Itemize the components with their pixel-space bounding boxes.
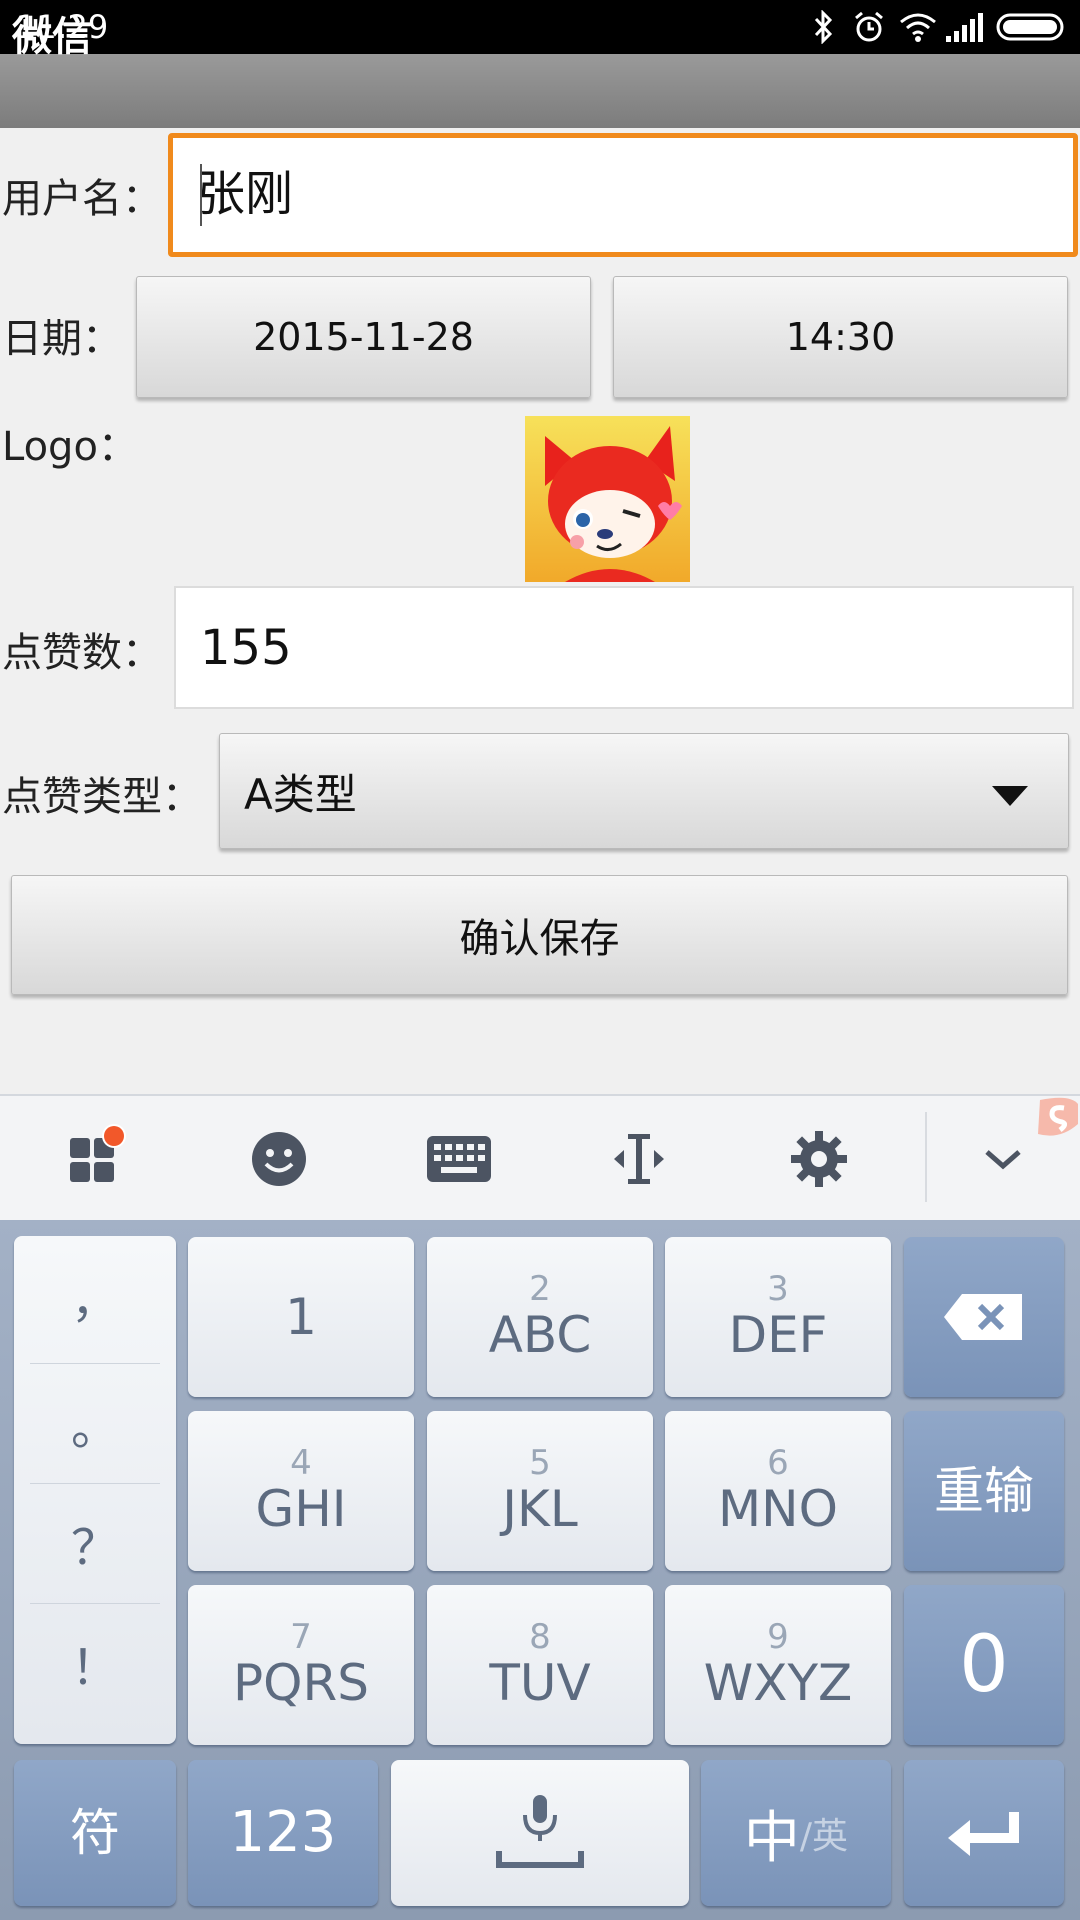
key-3-def[interactable]: 3 DEF — [665, 1237, 891, 1397]
collapse-keyboard-icon[interactable] — [968, 1124, 1038, 1194]
app-title: 微信 — [12, 14, 92, 60]
apps-icon[interactable] — [62, 1124, 132, 1194]
cursor-move-icon[interactable] — [604, 1124, 674, 1194]
date-button[interactable]: 2015-11-28 — [136, 276, 591, 398]
key-8-tuv[interactable]: 8 TUV — [427, 1585, 653, 1745]
sogou-logo-icon — [1038, 1097, 1078, 1136]
like-type-dropdown[interactable]: A类型 — [219, 733, 1069, 849]
like-type-label: 点赞类型： — [2, 774, 202, 820]
space-voice-key[interactable] — [391, 1760, 689, 1906]
settings-icon[interactable] — [784, 1124, 854, 1194]
key-7-pqrs[interactable]: 7 PQRS — [188, 1585, 414, 1745]
microphone-icon — [496, 1795, 584, 1868]
username-label: 用户名： — [2, 176, 162, 222]
enter-key[interactable] — [904, 1760, 1064, 1906]
alarm-icon — [855, 11, 883, 42]
dropdown-arrow-icon — [992, 786, 1028, 806]
bluetooth-icon — [814, 10, 833, 44]
like-type-value: A类型 — [244, 769, 357, 819]
signal-icon — [946, 13, 983, 42]
keyboard-icon[interactable] — [424, 1124, 494, 1194]
logo-label: Logo： — [2, 424, 138, 470]
punct-key-question[interactable]: ？ — [14, 1483, 176, 1603]
app-title-bar — [0, 54, 1080, 128]
toolbar-divider — [925, 1112, 927, 1202]
username-input[interactable]: 张刚 — [168, 133, 1078, 257]
likes-count-label: 点赞数： — [2, 630, 162, 676]
key-2-abc[interactable]: 2 ABC — [427, 1237, 653, 1397]
battery-icon — [996, 13, 1064, 41]
symbols-key[interactable]: 符 — [14, 1760, 176, 1906]
date-label: 日期： — [2, 316, 122, 362]
fox-logo-image[interactable] — [525, 416, 690, 582]
numbers-key[interactable]: 123 — [188, 1760, 378, 1906]
key-0[interactable]: 0 — [904, 1585, 1064, 1745]
key-5-jkl[interactable]: 5 JKL — [427, 1411, 653, 1571]
language-switch-key[interactable]: 中 /英 — [701, 1760, 891, 1906]
text-cursor — [200, 164, 202, 226]
backspace-icon — [944, 1294, 1022, 1340]
likes-count-input[interactable]: 155 — [174, 586, 1074, 709]
keyboard-toolbar — [0, 1094, 1080, 1220]
emoji-icon[interactable] — [244, 1124, 314, 1194]
reenter-key[interactable]: 重输 — [904, 1411, 1064, 1571]
punctuation-column: ， 。 ？ ！ — [14, 1236, 176, 1744]
punct-key-period[interactable]: 。 — [14, 1363, 176, 1483]
enter-icon — [948, 1812, 1019, 1856]
punct-key-comma[interactable]: ， — [14, 1236, 176, 1356]
save-button[interactable]: 确认保存 — [11, 875, 1068, 995]
wifi-icon — [900, 13, 936, 42]
time-button[interactable]: 14:30 — [613, 276, 1068, 398]
punct-key-exclaim[interactable]: ！ — [14, 1603, 176, 1723]
key-9-wxyz[interactable]: 9 WXYZ — [665, 1585, 891, 1745]
backspace-key[interactable] — [904, 1237, 1064, 1397]
key-4-ghi[interactable]: 4 GHI — [188, 1411, 414, 1571]
key-6-mno[interactable]: 6 MNO — [665, 1411, 891, 1571]
key-1[interactable]: 1 — [188, 1237, 414, 1397]
